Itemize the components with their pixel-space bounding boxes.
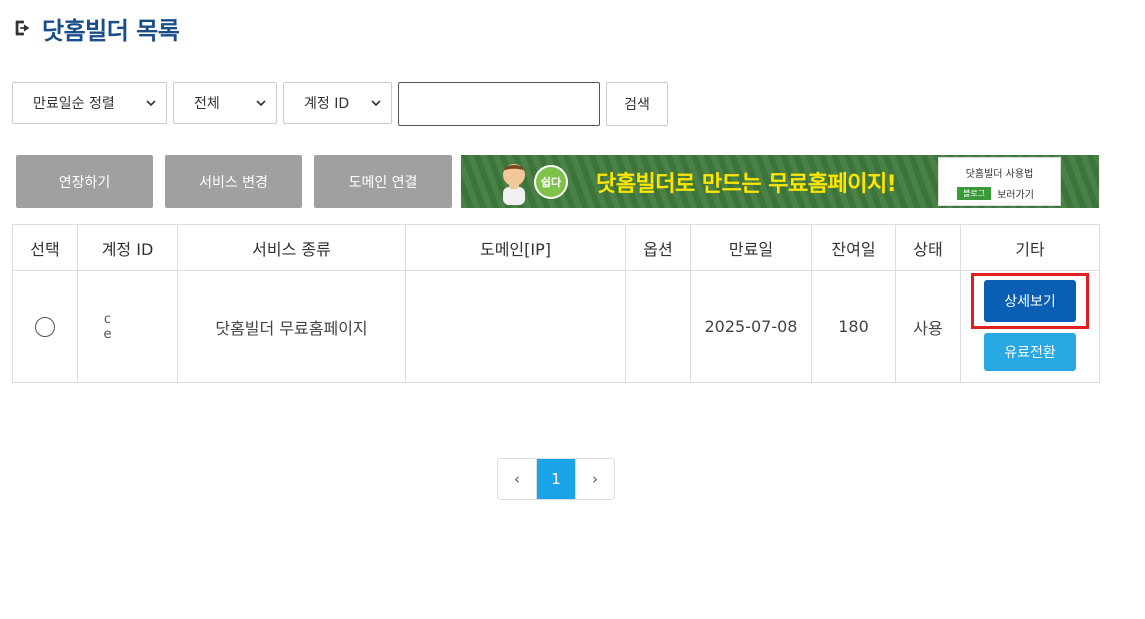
chevron-down-icon	[146, 100, 156, 107]
column-header: 옵션	[625, 224, 691, 271]
sort-select-value: 만료일순 정렬	[33, 96, 115, 112]
extend-button[interactable]: 연장하기	[16, 155, 153, 208]
character-illustration	[503, 164, 525, 205]
action-bar: 연장하기 서비스 변경 도메인 연결	[16, 155, 452, 208]
banner-card-link[interactable]: 보러가기	[997, 186, 1034, 201]
service-type-cell: 닷홈빌더 무료홈페이지	[177, 270, 406, 383]
connect-domain-button[interactable]: 도메인 연결	[314, 155, 452, 208]
banner-card[interactable]: 닷홈빌더 사용법 블로그 보러가기	[938, 157, 1061, 206]
chevron-down-icon	[371, 100, 381, 107]
banner-headline: 닷홈빌더로 만드는 무료홈페이지!	[596, 172, 897, 197]
prev-page-button[interactable]: ‹	[498, 459, 536, 499]
select-radio[interactable]	[35, 316, 55, 337]
status-cell: 사용	[895, 270, 961, 383]
column-header: 만료일	[690, 224, 812, 271]
page-header: 닷홈빌더 목록	[12, 10, 180, 46]
table-row: c e 닷홈빌더 무료홈페이지 2025-07-08 180 사용 상세보기 유…	[12, 270, 1100, 383]
filter-bar: 만료일순 정렬 전체 계정 ID 검색	[12, 82, 668, 126]
select-cell	[12, 270, 78, 383]
search-input[interactable]	[398, 82, 600, 126]
expiry-cell: 2025-07-08	[690, 270, 812, 383]
sign-out-icon	[15, 20, 30, 36]
banner-card-tag: 블로그	[957, 186, 992, 200]
column-header: 서비스 종류	[177, 224, 406, 271]
sort-select[interactable]: 만료일순 정렬	[12, 82, 167, 124]
chevron-down-icon	[256, 100, 266, 107]
paid-conversion-button[interactable]: 유료전환	[984, 332, 1076, 371]
search-button[interactable]: 검색	[606, 82, 668, 126]
banner-card-title: 닷홈빌더 사용법	[965, 169, 1034, 180]
column-header: 도메인[IP]	[405, 224, 626, 271]
page-1-button[interactable]: 1	[536, 459, 575, 499]
pagination: ‹ 1 ›	[497, 458, 615, 500]
column-header: 상태	[895, 224, 961, 271]
change-service-button[interactable]: 서비스 변경	[165, 155, 302, 208]
domain-cell	[405, 270, 626, 383]
field-select[interactable]: 계정 ID	[283, 82, 392, 124]
page-title: 닷홈빌더 목록	[42, 16, 180, 45]
remaining-cell: 180	[811, 270, 896, 383]
column-header: 잔여일	[811, 224, 896, 271]
table-header-row: 선택 계정 ID 서비스 종류 도메인[IP] 옵션 만료일 잔여일 상태 기타	[12, 224, 1100, 271]
status-select[interactable]: 전체	[173, 82, 277, 124]
next-page-button[interactable]: ›	[575, 459, 614, 499]
column-header: 계정 ID	[77, 224, 178, 271]
detail-button[interactable]: 상세보기	[984, 279, 1076, 322]
column-header: 선택	[12, 224, 78, 271]
banner-card-footer: 블로그 보러가기	[957, 186, 1034, 201]
banner-badge: 쉽다	[534, 165, 568, 199]
account-id-cell: c e	[77, 270, 178, 383]
status-select-value: 전체	[194, 96, 220, 112]
detail-highlight: 상세보기	[971, 272, 1089, 329]
service-table: 선택 계정 ID 서비스 종류 도메인[IP] 옵션 만료일 잔여일 상태 기타…	[12, 224, 1100, 383]
column-header: 기타	[960, 224, 1100, 271]
etc-cell: 상세보기 유료전환	[960, 270, 1100, 383]
promo-banner[interactable]: 쉽다 닷홈빌더로 만드는 무료홈페이지! 닷홈빌더 사용법 블로그 보러가기	[461, 155, 1099, 208]
option-cell	[625, 270, 691, 383]
field-select-value: 계정 ID	[304, 96, 350, 112]
